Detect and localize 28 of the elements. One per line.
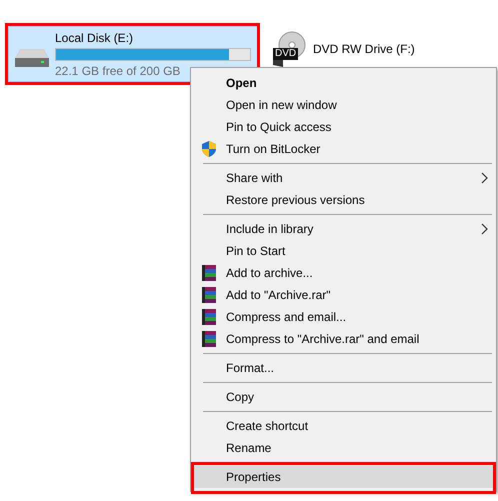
menu-item[interactable]: Share with — [193, 167, 494, 189]
menu-item[interactable]: Pin to Start — [193, 240, 494, 262]
menu-item[interactable]: Pin to Quick access — [193, 116, 494, 138]
drive-tile[interactable]: DVD DVD RW Drive (F:) — [270, 26, 420, 70]
books-icon — [202, 331, 218, 347]
menu-item[interactable]: Copy — [193, 386, 494, 408]
menu-item[interactable]: Restore previous versions — [193, 189, 494, 211]
drive-name: DVD RW Drive (F:) — [313, 42, 415, 56]
hard-drive-icon — [15, 49, 49, 67]
menu-item[interactable]: Open in new window — [193, 94, 494, 116]
menu-item[interactable]: Compress and email... — [193, 306, 494, 328]
chevron-right-icon — [481, 172, 488, 184]
menu-item[interactable]: Include in library — [193, 218, 494, 240]
menu-item[interactable]: Add to "Archive.rar" — [193, 284, 494, 306]
chevron-right-icon — [481, 223, 488, 235]
menu-item[interactable]: Format... — [193, 357, 494, 379]
books-icon — [202, 265, 218, 281]
menu-item[interactable]: Properties — [193, 466, 494, 488]
menu-item[interactable]: Create shortcut — [193, 415, 494, 437]
shield-icon — [202, 141, 216, 157]
menu-item[interactable]: Add to archive... — [193, 262, 494, 284]
menu-item[interactable]: Compress to "Archive.rar" and email — [193, 328, 494, 350]
menu-item[interactable]: Turn on BitLocker — [193, 138, 494, 160]
books-icon — [202, 287, 218, 303]
drive-name: Local Disk (E:) — [55, 31, 134, 45]
menu-item[interactable]: Rename — [193, 437, 494, 459]
free-space-text: 22.1 GB free of 200 GB — [55, 64, 182, 78]
books-icon — [202, 309, 218, 325]
